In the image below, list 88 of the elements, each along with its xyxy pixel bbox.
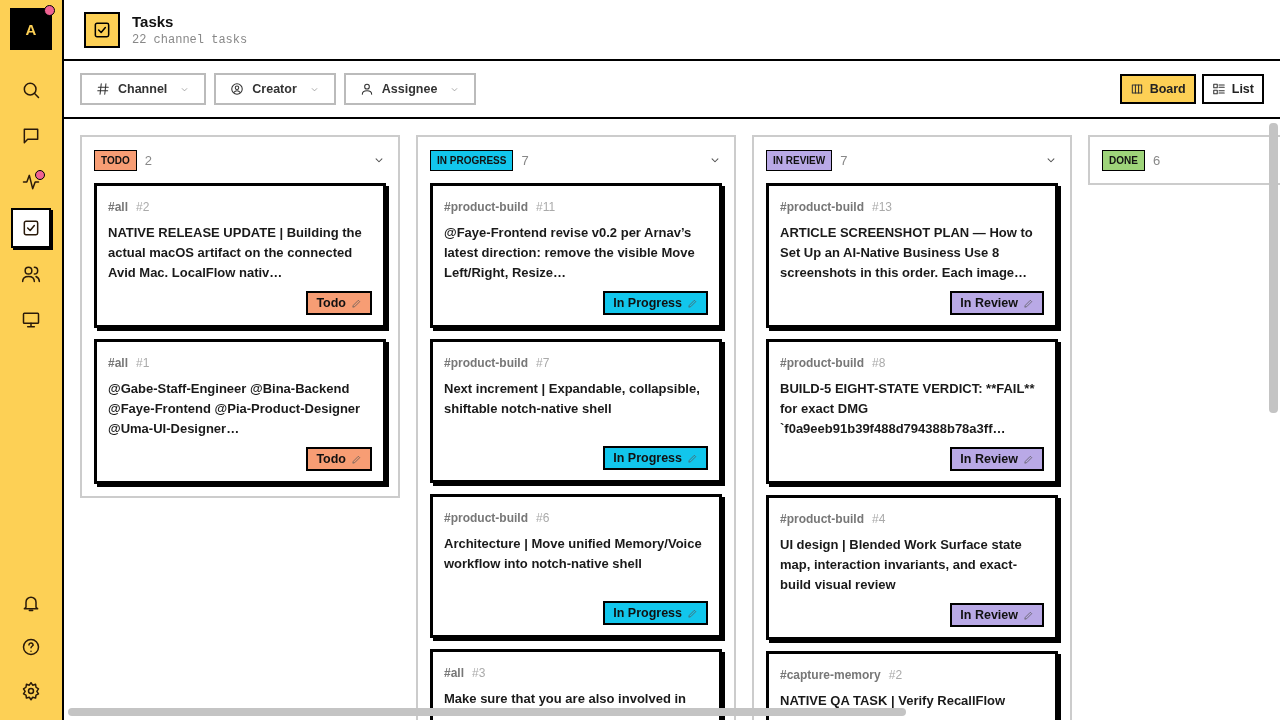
task-card[interactable]: #product-build #6 Architecture | Move unified Memory/Voice workflow into notch-native shell In Progress: [430, 494, 722, 638]
status-chip[interactable]: In Review: [950, 603, 1044, 627]
status-chip[interactable]: Todo: [306, 291, 372, 315]
settings-icon[interactable]: [21, 681, 41, 701]
filter-dropdown[interactable]: Channel: [80, 73, 207, 105]
view-toggle[interactable]: Board: [1119, 74, 1196, 104]
pencil-icon: [687, 607, 698, 619]
channel-label: #product-build: [444, 200, 528, 214]
task-card[interactable]: #product-build #8 BUILD-5 EIGHT-STATE VERDICT: **FAIL** for exact DMG `f0a9eeb91b39f488d794388b78a3ff… In Review: [766, 339, 1058, 484]
status-chip[interactable]: In Progress: [603, 446, 708, 470]
status-chip[interactable]: In Progress: [603, 291, 708, 315]
channel-label: #product-build: [444, 511, 528, 525]
activity-icon: [21, 172, 41, 192]
channel-label: #product-build: [780, 512, 864, 526]
pencil-icon: [1023, 609, 1034, 621]
task-card[interactable]: #product-build #11 @Faye-Frontend revise v0.2 per Arnav’s latest direction: remove the visible Move Left/Right, Resize… In Progress: [430, 183, 722, 328]
task-title: NATIVE QA TASK | Verify RecallFlow: [780, 692, 1007, 710]
task-card[interactable]: #product-build #4 UI design | Blended Work Surface state map, interaction invariants, and exact-build visual review In Review: [766, 495, 1058, 640]
help-icon[interactable]: [21, 637, 41, 657]
task-title: @Gabe-Staff-Engineer @Bina-Backend @Faye-Frontend @Pia-Product-Designer @Uma-UI-Designer…: [108, 380, 362, 438]
column-count: 2: [144, 152, 152, 168]
status-chip[interactable]: In Review: [950, 291, 1044, 315]
task-number: #4: [872, 512, 886, 526]
task-number: #11: [536, 200, 556, 214]
list-icon: [1211, 82, 1226, 96]
task-title: Make sure that you are also involved in: [444, 690, 688, 708]
view-toggle[interactable]: List: [1201, 74, 1264, 104]
task-title: @Faye-Frontend revise v0.2 per Arnav’s latest direction: remove the visible Move Left/Right, Resize…: [444, 224, 696, 282]
status-tag: TODO: [94, 149, 137, 171]
horizontal-scrollbar[interactable]: [68, 708, 906, 716]
task-number: #2: [136, 200, 150, 214]
nav-button[interactable]: [11, 208, 51, 248]
task-number: #2: [888, 668, 903, 682]
columns-icon: [1129, 82, 1144, 96]
task-count: 22 channel tasks: [132, 32, 248, 47]
task-card[interactable]: #all #2 NATIVE RELEASE UPDATE | Building the actual macOS artifact on the connected Avid Mac. LocalFlow nativ… Todo: [94, 183, 386, 328]
pencil-icon: [687, 297, 698, 309]
channel-label: #all: [108, 356, 128, 370]
hash-icon: [96, 82, 110, 96]
task-title: BUILD-5 EIGHT-STATE VERDICT: **FAIL** for exact DMG `f0a9eeb91b39f488d794388b78a3ff…: [780, 380, 1036, 438]
vertical-scrollbar[interactable]: [1269, 123, 1278, 413]
task-number: #7: [536, 356, 550, 370]
task-number: #8: [872, 356, 886, 370]
pencil-icon: [351, 297, 362, 309]
channel-label: #all: [108, 200, 128, 214]
search-icon: [21, 80, 41, 100]
column-count: 6: [1152, 152, 1161, 168]
status-chip[interactable]: In Review: [950, 447, 1044, 471]
workspace-initial: A: [25, 20, 37, 38]
task-title: ARTICLE SCREENSHOT PLAN — How to Set Up an AI-Native Business Use 8 screenshots in this order. Each image…: [780, 224, 1034, 282]
column-count: 7: [840, 152, 848, 168]
people-icon: [21, 264, 41, 284]
task-title: Architecture | Move unified Memory/Voice workflow into notch-native shell: [444, 535, 703, 573]
task-title: UI design | Blended Work Surface state map, interaction invariants, and exact-build visual review: [780, 536, 1023, 594]
task-number: #3: [472, 666, 486, 680]
task-title: Next increment | Expandable, collapsible, shiftable notch-native shell: [444, 380, 701, 418]
pencil-icon: [1023, 453, 1034, 465]
channel-label: #capture-memory: [780, 668, 881, 682]
channel-label: #product-build: [444, 356, 528, 370]
task-card[interactable]: #capture-memory #2 NATIVE QA TASK | Verify RecallFlow: [766, 651, 1058, 720]
channel-label: #product-build: [780, 200, 864, 214]
task-number: #13: [872, 200, 893, 214]
chat-icon: [21, 126, 41, 146]
page-title: Tasks: [132, 12, 175, 30]
channel-label: #all: [444, 666, 464, 680]
monitor-icon: [21, 310, 41, 330]
task-card[interactable]: #product-build #13 ARTICLE SCREENSHOT PLAN — How to Set Up an AI-Native Business Use 8 screenshots in this order. Each image… In Review: [766, 183, 1058, 328]
status-tag: IN PROGRESS: [430, 149, 514, 171]
channel-label: #product-build: [780, 356, 864, 370]
task-card[interactable]: #product-build #7 Next increment | Expandable, collapsible, shiftable notch-native shell In Progress: [430, 339, 722, 483]
filter-dropdown[interactable]: Assignee: [343, 73, 477, 105]
workspace-logo[interactable]: A: [10, 8, 52, 50]
checkbox-icon: [21, 218, 41, 238]
task-title: NATIVE RELEASE UPDATE | Building the actual macOS artifact on the connected Avid Mac. LocalFlow nativ…: [108, 224, 363, 282]
status-tag: IN REVIEW: [766, 149, 833, 171]
status-chip[interactable]: Todo: [306, 447, 372, 471]
filter-dropdown[interactable]: Creator: [214, 73, 336, 105]
pencil-icon: [687, 452, 698, 464]
column-count: 7: [521, 152, 529, 168]
user-circle-icon: [230, 82, 245, 96]
pencil-icon: [351, 453, 362, 465]
pencil-icon: [1023, 297, 1034, 309]
user-icon: [359, 82, 374, 96]
task-card[interactable]: #all #1 @Gabe-Staff-Engineer @Bina-Backend @Faye-Frontend @Pia-Product-Designer @Uma-UI-Designer… Todo: [94, 339, 386, 484]
status-chip[interactable]: In Progress: [603, 601, 708, 625]
task-number: #1: [136, 356, 150, 370]
task-number: #6: [536, 511, 550, 525]
status-tag: DONE: [1102, 149, 1145, 171]
